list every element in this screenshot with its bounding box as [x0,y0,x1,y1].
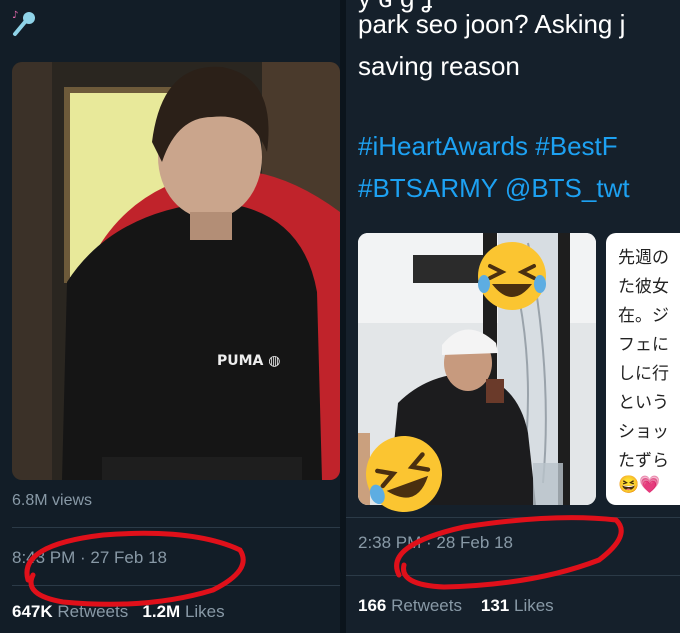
likes-label[interactable]: Likes [514,596,554,615]
divider-line [346,575,680,576]
video-thumbnail[interactable]: PUMA ◍ [12,62,340,480]
tweet-timestamp[interactable]: 2:38 PM · 28 Feb 18 [358,533,513,553]
jp-text-line: フェに [618,335,669,354]
tweet-text-line-1: park seo joon? Asking j [358,9,626,39]
jp-text-line: 先週の [618,248,669,267]
left-tweet-panel: ♪ PUMA ◍ 6.8M views 8:43 PM · 27 Feb 18 … [0,0,340,633]
right-tweet-panel: ƴ ɢ ɡ ʝ park seo joon? Asking j saving r… [346,0,680,633]
engagement-stats: 647K Retweets 1.2M Likes [12,602,225,622]
jp-text-line: 😆💗 [618,475,661,494]
retweet-count[interactable]: 647K [12,602,53,621]
like-count[interactable]: 1.2M [142,602,180,621]
engagement-stats: 166 Retweets 131 Likes [358,596,554,616]
hashtag-iheartawards[interactable]: #iHeartAwards [358,131,528,161]
svg-text:♪: ♪ [12,10,18,21]
retweet-count[interactable]: 166 [358,596,386,615]
hashtag-bestf[interactable]: #BestF [535,131,617,161]
japanese-text-card[interactable]: 先週の た彼女 在。ジ フェに しに行 という ショッ たずら 😆💗 [606,233,680,505]
tweet-text-line-2: saving reason [358,51,520,81]
retweets-label[interactable]: Retweets [391,596,462,615]
jp-text-line: 在。ジ [618,306,669,325]
divider-line [346,517,680,518]
mention-bts-twt[interactable]: @BTS_twt [505,173,630,203]
like-count[interactable]: 131 [481,596,509,615]
video-frame-image: PUMA ◍ [12,62,340,480]
rolling-laughing-emoji-icon [366,436,442,512]
jp-text-line: ショッ [618,422,669,441]
jp-text-line: た彼女 [618,277,669,296]
microphone-icon: ♪ [12,10,35,36]
view-count: 6.8M views [12,492,93,509]
likes-label[interactable]: Likes [185,602,225,621]
retweets-label[interactable]: Retweets [57,602,128,621]
jp-text-line: たずら [618,451,669,470]
jp-text-line: という [618,393,669,412]
divider-line [12,585,340,586]
laughing-emoji-icon [478,242,546,310]
hashtag-line-2: #BTSARMY @BTS_twt [358,172,630,204]
hashtag-line-1: #iHeartAwards #BestF [358,130,618,162]
svg-text:PUMA ◍: PUMA ◍ [217,353,281,369]
tweet-timestamp[interactable]: 8:43 PM · 27 Feb 18 [12,548,167,568]
hashtag-btsarmy[interactable]: #BTSARMY [358,173,498,203]
divider-line [12,527,340,528]
jp-text-line: しに行 [618,364,669,383]
